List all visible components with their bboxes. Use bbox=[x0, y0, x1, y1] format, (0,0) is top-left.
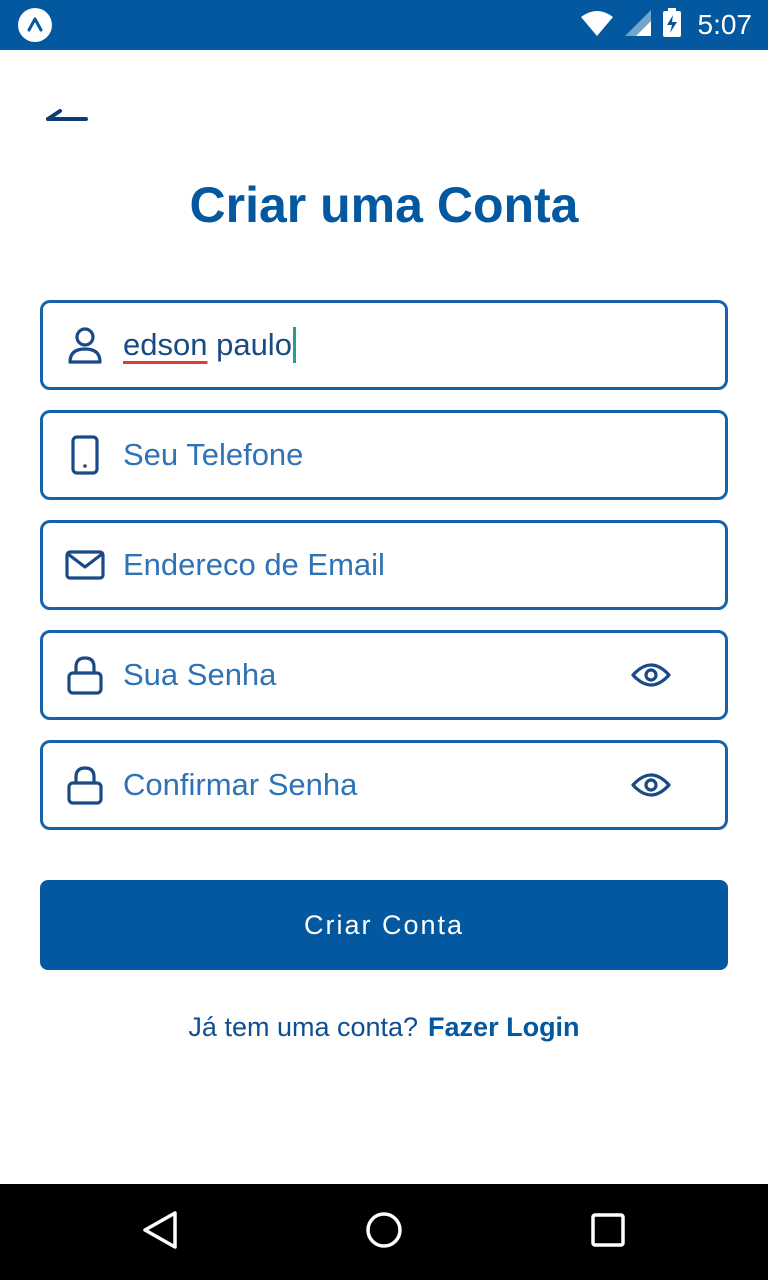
mail-icon bbox=[65, 523, 105, 607]
confirm-password-placeholder: Confirmar Senha bbox=[123, 767, 358, 802]
nav-back-button[interactable] bbox=[120, 1184, 200, 1280]
misspelled-word: edson bbox=[123, 327, 208, 362]
name-input-value[interactable]: edson paulo bbox=[123, 303, 296, 387]
email-field[interactable]: Endereco de Email bbox=[40, 520, 728, 610]
name-value-rest: paulo bbox=[207, 327, 292, 362]
password-field[interactable]: Sua Senha bbox=[40, 630, 728, 720]
status-time: 5:07 bbox=[697, 9, 753, 40]
login-prompt-text: Já tem uma conta? bbox=[188, 1012, 419, 1042]
password-placeholder: Sua Senha bbox=[123, 657, 277, 692]
lock-icon bbox=[65, 633, 105, 717]
status-bar: 5:07 bbox=[0, 0, 768, 50]
nav-recents-button[interactable] bbox=[568, 1184, 648, 1280]
page-title: Criar uma Conta bbox=[189, 177, 579, 233]
phone-field[interactable]: Seu Telefone bbox=[40, 410, 728, 500]
navigation-bar bbox=[0, 1184, 768, 1280]
eye-icon[interactable] bbox=[629, 633, 673, 717]
email-placeholder: Endereco de Email bbox=[123, 547, 385, 582]
wifi-icon bbox=[580, 9, 614, 42]
confirm-password-field[interactable]: Confirmar Senha bbox=[40, 740, 728, 830]
nav-home-button[interactable] bbox=[344, 1184, 424, 1280]
arrow-left-icon bbox=[40, 102, 88, 131]
back-triangle-icon bbox=[141, 1210, 179, 1255]
login-link[interactable]: Fazer Login bbox=[428, 1012, 580, 1042]
eye-icon[interactable] bbox=[629, 743, 673, 827]
battery-charging-icon bbox=[662, 7, 682, 43]
user-icon bbox=[65, 303, 105, 387]
home-circle-icon bbox=[364, 1210, 404, 1255]
create-account-button[interactable]: Criar Conta bbox=[40, 880, 728, 970]
login-prompt: Já tem uma conta? Fazer Login bbox=[0, 1012, 768, 1043]
recents-square-icon bbox=[590, 1212, 626, 1253]
signal-icon bbox=[624, 9, 652, 42]
name-field[interactable]: edson paulo bbox=[40, 300, 728, 390]
lock-icon bbox=[65, 743, 105, 827]
text-caret bbox=[292, 326, 296, 363]
phone-icon bbox=[65, 413, 105, 497]
app-badge-icon bbox=[18, 8, 52, 42]
phone-placeholder: Seu Telefone bbox=[123, 437, 304, 472]
back-button[interactable] bbox=[40, 96, 96, 136]
